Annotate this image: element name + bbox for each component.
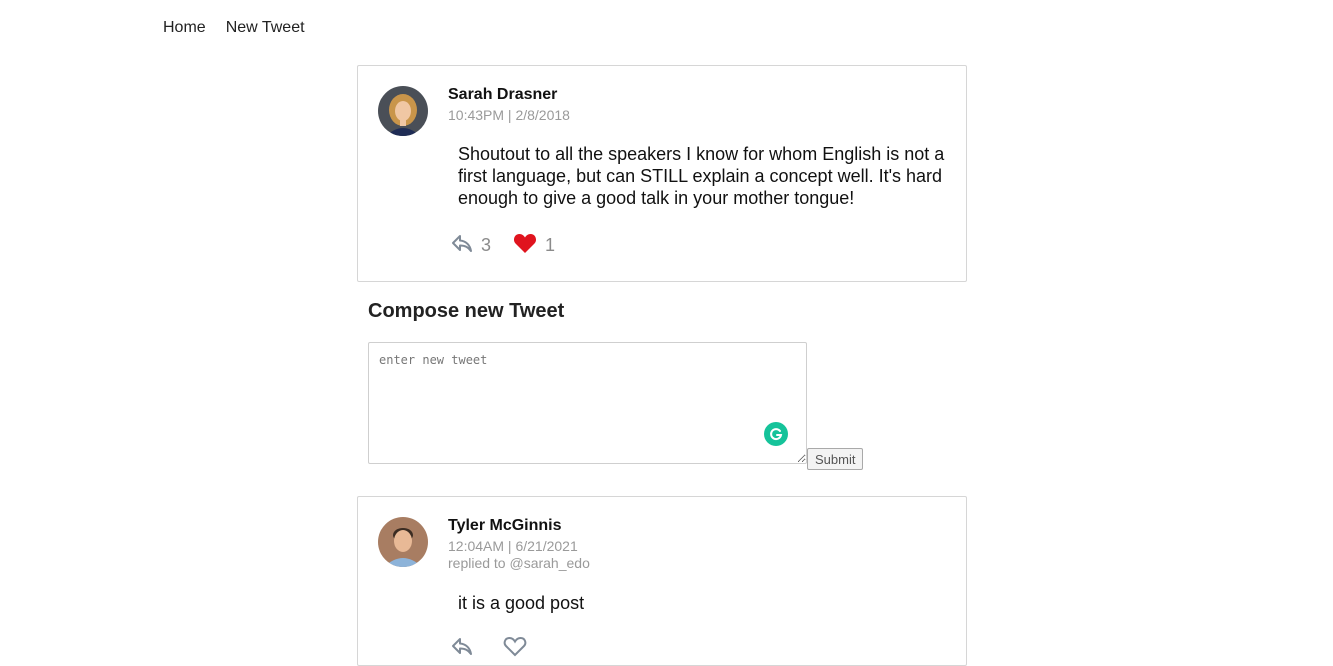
like-button[interactable] (503, 635, 535, 662)
new-tweet-textarea[interactable] (368, 342, 807, 464)
heart-icon (503, 635, 527, 662)
reply-arrow-icon (451, 233, 473, 258)
tweet-card[interactable]: Tyler McGinnis 12:04AM | 6/21/2021 repli… (357, 496, 967, 666)
reply-count: 3 (481, 235, 492, 255)
submit-button[interactable]: Submit (807, 448, 864, 470)
avatar (378, 517, 428, 567)
compose-form (368, 342, 807, 464)
tweet-author: Sarah Drasner (448, 86, 558, 103)
nav-home-link[interactable]: Home (163, 19, 206, 37)
grammarly-icon[interactable] (764, 422, 788, 446)
nav-new-tweet-link[interactable]: New Tweet (226, 19, 305, 37)
avatar (378, 86, 428, 136)
tweet-actions (451, 635, 535, 662)
heart-icon (513, 232, 537, 259)
like-button[interactable]: 1 (513, 232, 555, 259)
tweet-timestamp: 12:04AM | 6/21/2021 (448, 538, 578, 554)
tweet-card[interactable]: Sarah Drasner 10:43PM | 2/8/2018 Shoutou… (357, 65, 967, 282)
tweet-actions: 3 1 (451, 232, 555, 259)
tweet-text: it is a good post (458, 593, 585, 613)
top-nav: Home New Tweet (163, 19, 305, 37)
tweet-author: Tyler McGinnis (448, 517, 562, 534)
reply-button[interactable]: 3 (451, 233, 491, 258)
like-count: 1 (545, 235, 556, 255)
tweet-text: Shoutout to all the speakers I know for … (458, 144, 945, 208)
compose-title: Compose new Tweet (368, 300, 565, 322)
reply-button[interactable] (451, 636, 481, 661)
tweet-timestamp: 10:43PM | 2/8/2018 (448, 107, 570, 123)
reply-arrow-icon (451, 636, 473, 661)
replying-to: replied to @sarah_edo (448, 555, 590, 571)
